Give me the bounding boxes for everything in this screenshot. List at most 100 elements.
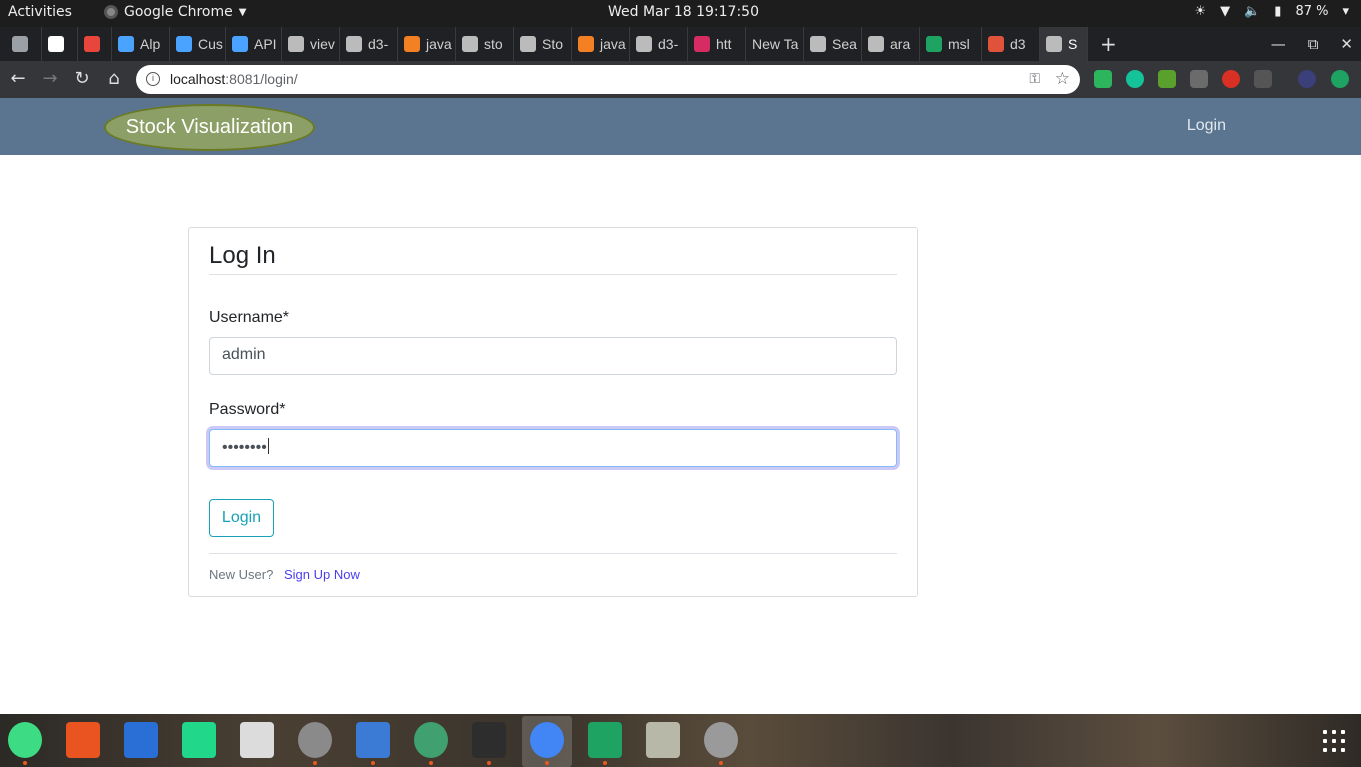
back-arrow-icon[interactable]: ← (7, 68, 29, 90)
atom-icon[interactable] (414, 722, 448, 758)
text-editor-icon[interactable] (124, 722, 158, 758)
tab-label: Cus (198, 36, 223, 52)
app-menu[interactable]: Google Chrome ▼ (104, 4, 246, 20)
running-indicator (429, 761, 433, 765)
github-icon (462, 36, 478, 52)
browser-tab[interactable]: msl (920, 27, 982, 61)
browser-tab[interactable] (78, 27, 112, 61)
terminal-icon[interactable] (472, 722, 506, 758)
extension-mail-icon[interactable] (1094, 70, 1112, 88)
reload-icon[interactable]: ↻ (71, 68, 93, 90)
text-cursor (267, 438, 269, 454)
tab-label: d3- (658, 36, 679, 52)
browser-tab[interactable]: Alp (112, 27, 170, 61)
chevron-down-icon: ▼ (238, 6, 247, 18)
browser-tab[interactable]: viev (282, 27, 340, 61)
tab-label: Alp (140, 36, 161, 52)
sheets-plus-icon (926, 36, 942, 52)
grammarly-icon[interactable] (1126, 70, 1144, 88)
activities-button[interactable]: Activities (8, 4, 72, 20)
stackoverflow-icon (404, 36, 420, 52)
tab-label: New Ta (752, 36, 799, 52)
spreadsheet-icon[interactable] (588, 722, 622, 758)
signup-link[interactable]: Sign Up Now (284, 567, 360, 582)
pycharm-icon[interactable] (182, 722, 216, 758)
tab-label: htt (716, 36, 732, 52)
password-field[interactable]: •••••••• (209, 429, 897, 467)
browser-tab[interactable]: New Ta (746, 27, 804, 61)
tab-label: viev (310, 36, 335, 52)
files-icon[interactable] (356, 722, 390, 758)
battery-icon: ▮ (1274, 4, 1282, 19)
cube-icon (988, 36, 1004, 52)
username-field[interactable]: admin (209, 337, 897, 375)
download-extension-icon[interactable] (1158, 70, 1176, 88)
address-bar[interactable]: i localhost:8081/login/ ⚿ ☆ (136, 65, 1080, 94)
settings-icon[interactable] (298, 722, 332, 758)
close-tab-icon[interactable]: ✕ (1085, 36, 1087, 53)
browser-tab[interactable]: d3- (340, 27, 398, 61)
image-viewer-icon[interactable] (240, 722, 274, 758)
tab-label: d3- (368, 36, 389, 52)
home-icon[interactable]: ⌂ (103, 68, 125, 90)
footer-divider (209, 553, 897, 554)
browser-tab[interactable]: S✕ (1040, 27, 1088, 61)
key-icon[interactable]: ⚿ (1029, 70, 1040, 87)
running-indicator (719, 761, 723, 765)
tab-label: Sea (832, 36, 857, 52)
disks-icon[interactable] (704, 722, 738, 758)
brightness-icon: ☀ (1194, 4, 1207, 19)
title-divider (209, 274, 897, 275)
system-tray[interactable]: ☀ ▼ 🔈 ▮ 87 % ▾ (1194, 4, 1349, 19)
software-center-icon[interactable] (66, 722, 100, 758)
browser-tab[interactable] (42, 27, 78, 61)
chrome-icon[interactable] (530, 722, 564, 758)
new-tab-button[interactable]: + (1100, 32, 1117, 56)
browser-tab[interactable]: d3 (982, 27, 1040, 61)
new-user-text: New User? (209, 567, 274, 582)
browser-tab[interactable]: Sea (804, 27, 862, 61)
browser-tab[interactable]: sto (456, 27, 514, 61)
android-studio-icon[interactable] (8, 722, 42, 758)
browser-tab[interactable]: java (398, 27, 456, 61)
facebook-extension-icon[interactable] (1190, 70, 1208, 88)
tab-label: java (600, 36, 626, 52)
browser-tab[interactable]: Sto (514, 27, 572, 61)
globe-icon (288, 36, 304, 52)
globe-icon (1046, 36, 1062, 52)
show-applications-icon[interactable] (1323, 730, 1345, 752)
browser-tab[interactable]: d3- (630, 27, 688, 61)
browser-tab[interactable]: htt (688, 27, 746, 61)
system-top-bar: Activities Google Chrome ▼ Wed Mar 18 19… (0, 0, 1361, 27)
browser-tab[interactable]: Cus (170, 27, 226, 61)
browser-tab[interactable]: API (226, 27, 282, 61)
site-info-icon[interactable]: i (146, 72, 160, 86)
tab-label: java (426, 36, 452, 52)
battery-percent: 87 % (1295, 4, 1329, 19)
login-button[interactable]: Login (209, 499, 274, 537)
stackoverflow-icon (578, 36, 594, 52)
running-indicator (23, 761, 27, 765)
update-icon[interactable] (1331, 70, 1349, 88)
nav-login-link[interactable]: Login (1187, 117, 1226, 135)
url-path: :8081/login/ (225, 71, 298, 87)
file-manager-icon[interactable] (646, 722, 680, 758)
forward-arrow-icon[interactable]: → (39, 68, 61, 90)
brand-logo[interactable]: Stock Visualization (104, 104, 315, 151)
browser-tab[interactable]: java (572, 27, 630, 61)
bookmark-star-icon[interactable]: ☆ (1055, 69, 1070, 89)
block-extension-icon[interactable] (1222, 70, 1240, 88)
chrome-icon (104, 5, 118, 19)
running-indicator (603, 761, 607, 765)
browser-tab[interactable]: ara (862, 27, 920, 61)
restore-icon[interactable]: ⧉ (1308, 35, 1319, 53)
url-text: localhost:8081/login/ (170, 71, 298, 87)
close-window-icon[interactable]: ✕ (1340, 35, 1353, 53)
clock[interactable]: Wed Mar 18 19:17:50 (608, 4, 759, 20)
profile-avatar[interactable] (1298, 70, 1316, 88)
window-controls: — ⧉ ✕ (1271, 27, 1353, 61)
browser-tab[interactable] (6, 27, 42, 61)
browser-toolbar: ← → ↻ ⌂ i localhost:8081/login/ ⚿ ☆ (0, 61, 1361, 98)
extension-icon[interactable] (1254, 70, 1272, 88)
minimize-icon[interactable]: — (1271, 35, 1286, 53)
